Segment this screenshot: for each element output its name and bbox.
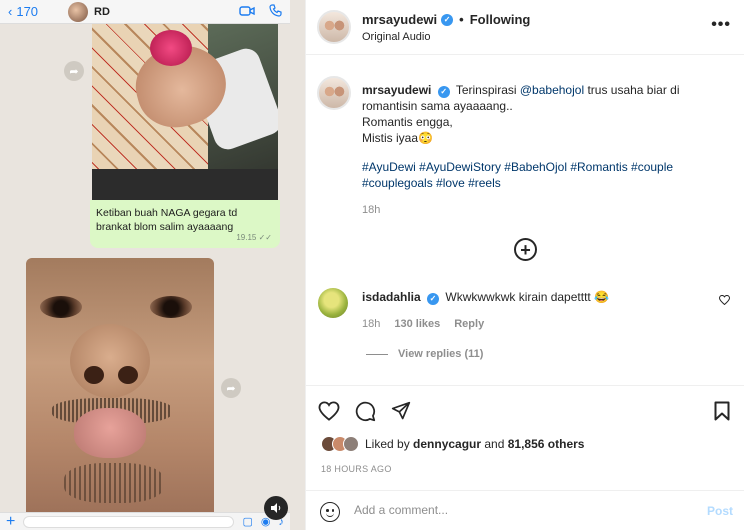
liker-avatars xyxy=(321,436,359,452)
add-comment-bar: Post xyxy=(306,490,744,530)
separator-dot: • xyxy=(459,12,464,27)
emoji-icon[interactable] xyxy=(320,502,340,522)
post-comment-button[interactable]: Post xyxy=(707,504,733,518)
caption-username[interactable]: mrsayudewi xyxy=(362,83,431,97)
wa-back: ‹ 170 xyxy=(8,4,38,19)
comment-meta: 18h 130 likes Reply xyxy=(362,318,484,330)
caption-line1-prefix: Terinspirasi xyxy=(455,83,520,97)
comment-likes[interactable]: 130 likes xyxy=(394,318,440,330)
plus-icon: + xyxy=(6,512,16,530)
author-line: mrsayudewi ✓ • Following xyxy=(362,12,530,27)
wa-message-input xyxy=(23,515,235,528)
view-replies-button[interactable]: View replies (11) xyxy=(366,348,483,360)
caption-line2: Romantis engga, xyxy=(362,115,453,129)
speaker-icon xyxy=(271,503,281,513)
comment-icon[interactable] xyxy=(354,400,376,422)
wa-message-bubble: Ketiban buah NAGA gegara td brankat blom… xyxy=(90,200,280,248)
audio-toggle-button[interactable] xyxy=(264,496,288,520)
load-more-comments-button[interactable]: + xyxy=(514,238,537,261)
caption-avatar[interactable] xyxy=(317,76,351,110)
heart-icon[interactable] xyxy=(318,400,340,422)
liker-username[interactable]: dennycagur xyxy=(413,437,481,451)
wa-message-time: 19.15 ✓✓ xyxy=(236,233,272,242)
share-icon[interactable] xyxy=(390,400,412,422)
bookmark-icon[interactable] xyxy=(711,400,733,422)
replies-divider xyxy=(366,353,388,355)
wa-photo-2 xyxy=(26,258,214,520)
video-call-icon xyxy=(239,4,255,20)
others-count[interactable]: 81,856 others xyxy=(508,437,585,451)
wa-message-text: Ketiban buah NAGA gegara td brankat blom… xyxy=(96,207,238,233)
reply-button[interactable]: Reply xyxy=(454,318,484,330)
hashtag-list[interactable]: #AyuDewi #AyuDewiStory #BabehOjol #Roman… xyxy=(362,159,692,191)
double-check-icon: ✓✓ xyxy=(258,233,272,242)
author-avatar[interactable] xyxy=(317,10,351,44)
caption-time: 18h xyxy=(362,204,381,216)
verified-icon: ✓ xyxy=(441,13,454,26)
comment-like-icon[interactable] xyxy=(718,294,731,308)
verified-icon: ✓ xyxy=(427,293,440,305)
author-username[interactable]: mrsayudewi xyxy=(362,12,437,27)
commenter-avatar[interactable] xyxy=(318,288,348,318)
likes-summary: Liked by dennycagur and 81,856 others xyxy=(321,436,584,452)
more-options-icon[interactable]: ••• xyxy=(711,16,731,34)
commenter-username[interactable]: isdadahlia xyxy=(362,290,421,304)
wa-input-bar: + ▢ ◉ ♪ xyxy=(0,512,290,530)
comment-text: isdadahlia ✓ Wkwkwwkwk kirain dapetttt 😂 xyxy=(362,290,609,305)
caption-text: mrsayudewi ✓ Terinspirasi @babehojol tru… xyxy=(362,82,692,146)
wa-contact-name: RD xyxy=(94,5,110,18)
comment-input[interactable] xyxy=(354,503,684,517)
view-replies-label[interactable]: View replies (11) xyxy=(398,348,483,360)
comment-time: 18h xyxy=(362,318,381,330)
post-sidebar: mrsayudewi ✓ • Following Original Audio … xyxy=(305,0,744,530)
forward-icon: ➦ xyxy=(221,378,241,398)
post-header: mrsayudewi ✓ • Following Original Audio … xyxy=(306,0,744,55)
sticker-icon: ▢ xyxy=(242,516,253,528)
wa-header: ‹ 170 RD xyxy=(0,0,290,24)
post-actions: Liked by dennycagur and 81,856 others 18… xyxy=(306,385,744,474)
phone-icon xyxy=(269,3,282,20)
action-icons xyxy=(318,400,412,422)
likes-text: Liked by dennycagur and 81,856 others xyxy=(365,437,585,451)
caption-line3: Mistis iyaa😳 xyxy=(362,131,433,145)
wa-back-count: 170 xyxy=(16,4,39,19)
comment-body: Wkwkwwkwk kirain dapetttt 😂 xyxy=(445,290,610,304)
screen: ‹ 170 RD ➦ Ketiban buah NAGA gegara td b… xyxy=(0,0,744,530)
liker-avatar xyxy=(343,436,359,452)
mention-link[interactable]: @babehojol xyxy=(520,83,584,97)
wa-photo-1 xyxy=(92,24,278,200)
verified-icon: ✓ xyxy=(437,86,450,98)
post-media[interactable]: ‹ 170 RD ➦ Ketiban buah NAGA gegara td b… xyxy=(0,0,305,530)
wa-actions xyxy=(239,3,282,20)
forward-icon: ➦ xyxy=(64,61,84,81)
post-time[interactable]: 18 HOURS AGO xyxy=(321,464,392,474)
following-button[interactable]: Following xyxy=(470,12,531,27)
wa-avatar xyxy=(68,1,89,22)
audio-link[interactable]: Original Audio xyxy=(362,31,431,43)
chevron-left-icon: ‹ xyxy=(8,4,13,19)
